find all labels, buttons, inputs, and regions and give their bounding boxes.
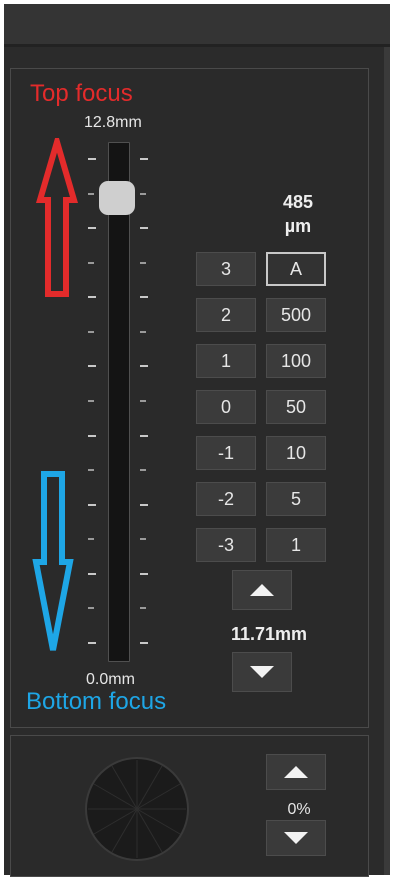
step-size-button[interactable]: 5: [266, 482, 326, 516]
scale-min-label: 0.0mm: [86, 671, 135, 688]
focus-control-window: Top focus Bottom focus 12.8mm 0.0mm 485 …: [4, 4, 390, 877]
slider-tick: [140, 572, 148, 575]
increase-button[interactable]: [266, 754, 326, 790]
slider-tick: [88, 642, 96, 644]
slider-tick: [140, 192, 146, 195]
arrow-down-outline-icon: [32, 471, 74, 651]
scrollbar[interactable]: [384, 47, 390, 875]
slider-tick: [140, 434, 148, 437]
slider-tick: [140, 330, 146, 333]
title-bar: [4, 4, 390, 47]
slider-tick: [88, 434, 96, 437]
slider-tick: [88, 469, 94, 472]
step-size-button[interactable]: 1: [266, 528, 326, 562]
triangle-down-icon: [284, 832, 308, 844]
slider-tick: [140, 469, 146, 472]
triangle-up-icon: [250, 584, 274, 596]
slider-tick: [140, 365, 148, 368]
level-button[interactable]: -1: [196, 436, 256, 470]
step-size-button-auto[interactable]: A: [266, 252, 326, 286]
slider-tick: [88, 503, 96, 506]
step-size-readout: 485 µm: [258, 190, 338, 238]
level-button[interactable]: -3: [196, 528, 256, 562]
focus-position-readout: 11.71mm: [230, 624, 308, 644]
step-size-unit: µm: [284, 216, 312, 236]
triangle-down-icon: [250, 666, 274, 678]
slider-tick: [88, 192, 94, 195]
slider-tick: [88, 400, 94, 402]
step-size-button[interactable]: 10: [266, 436, 326, 470]
slider-tick: [88, 538, 94, 541]
slider-tick: [88, 330, 94, 333]
slider-tick: [140, 227, 148, 230]
step-size-value: 485: [282, 192, 314, 212]
decrease-button[interactable]: [266, 820, 326, 856]
level-button[interactable]: 1: [196, 344, 256, 378]
percent-readout: 0%: [287, 801, 311, 818]
level-button[interactable]: 2: [196, 298, 256, 332]
move-down-button[interactable]: [232, 652, 292, 692]
slider-tick: [140, 261, 146, 264]
step-size-button[interactable]: 50: [266, 390, 326, 424]
level-button[interactable]: 3: [196, 252, 256, 286]
slider-tick: [88, 158, 96, 160]
slider-tick: [88, 365, 96, 368]
arrow-up-outline-icon: [35, 138, 79, 297]
slider-tick: [140, 538, 146, 541]
top-focus-label: Top focus: [30, 80, 133, 107]
level-button[interactable]: -2: [196, 482, 256, 516]
aperture-dial-icon[interactable]: [84, 756, 190, 862]
slider-tick: [88, 227, 96, 230]
scale-max-label: 12.8mm: [84, 114, 142, 131]
slider-tick: [88, 607, 94, 610]
slider-tick: [88, 261, 94, 264]
level-button[interactable]: 0: [196, 390, 256, 424]
slider-tick: [140, 607, 146, 610]
triangle-up-icon: [284, 766, 308, 778]
focus-slider-thumb[interactable]: [99, 180, 135, 215]
step-size-button[interactable]: 100: [266, 344, 326, 378]
slider-tick: [140, 158, 148, 160]
step-size-button[interactable]: 500: [266, 298, 326, 332]
bottom-focus-label: Bottom focus: [26, 688, 167, 715]
focus-slider-track[interactable]: [108, 142, 130, 662]
move-up-button[interactable]: [232, 570, 292, 610]
slider-tick: [140, 296, 148, 299]
slider-tick: [88, 572, 96, 575]
slider-tick: [140, 503, 148, 506]
slider-tick: [140, 400, 146, 402]
slider-tick: [88, 296, 96, 299]
slider-tick: [140, 642, 148, 644]
